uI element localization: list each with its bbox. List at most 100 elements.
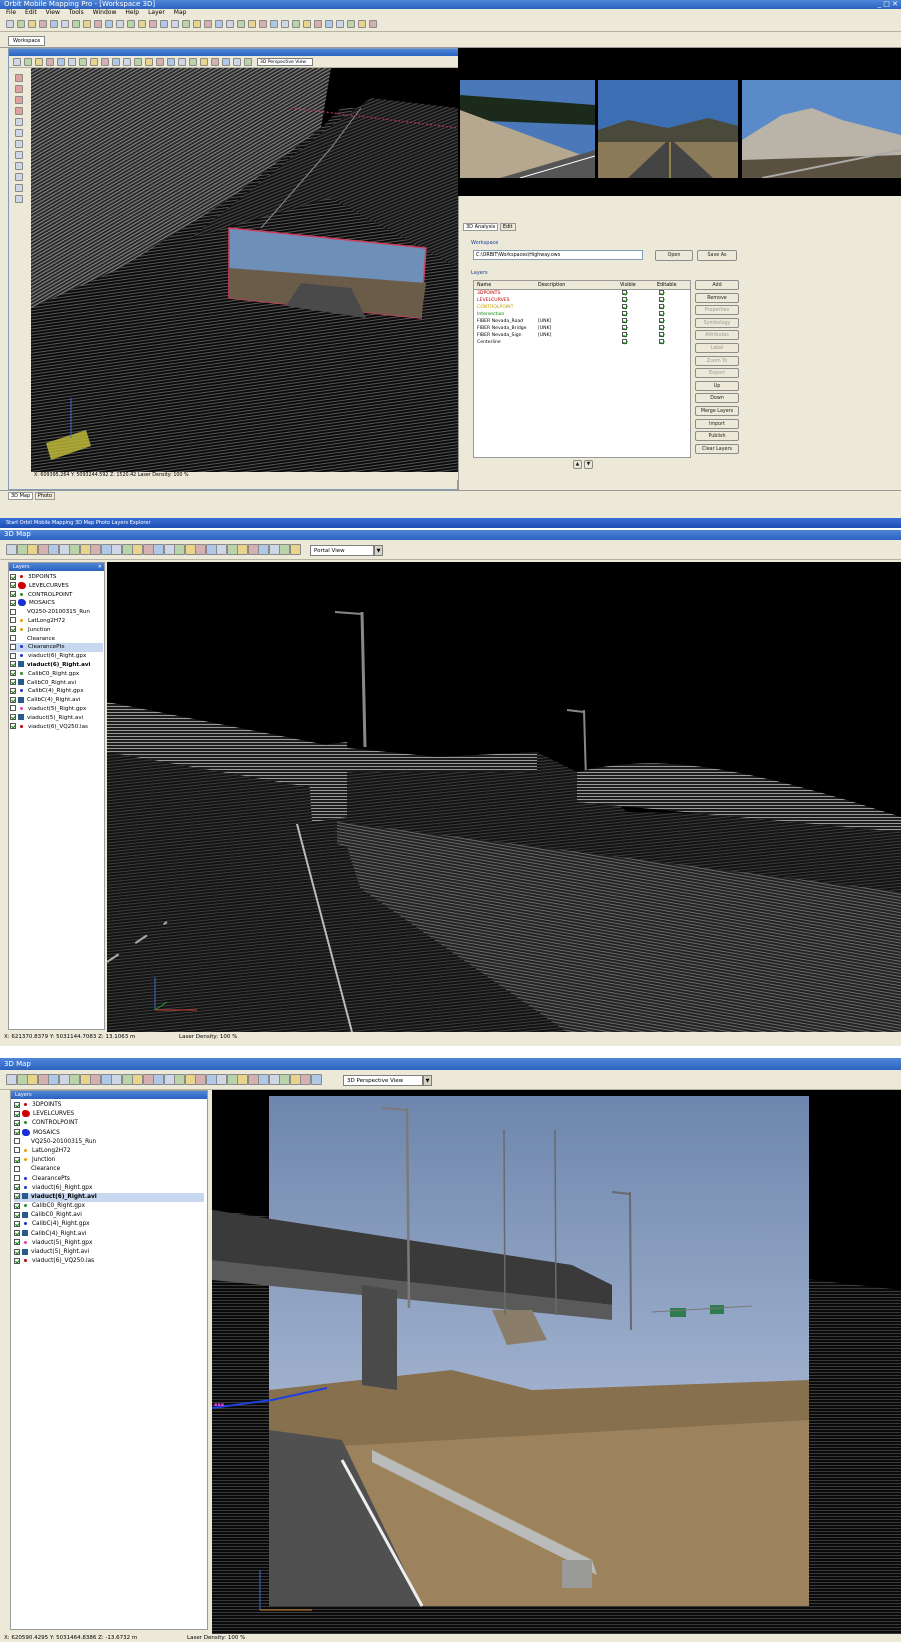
layer-item[interactable]: viaduct(6)_VQ250.las [14,1257,204,1266]
zoom-in-icon[interactable] [247,1074,259,1085]
side-tool-icon[interactable] [15,129,23,137]
visible-checkbox[interactable] [659,339,664,344]
table-row[interactable]: FIBER Nevada_Bridge [UNK] [474,325,690,332]
layer-visibility-checkbox[interactable] [10,635,16,642]
measure-icon[interactable] [314,20,322,28]
layer-visibility-checkbox[interactable] [14,1119,20,1126]
side-tool-icon[interactable] [15,85,23,93]
zoom-in-icon[interactable] [39,20,47,28]
zoom-extent-icon[interactable] [69,544,80,555]
visible-checkbox[interactable] [622,339,627,344]
window-controls[interactable]: _ □ ✕ [878,0,898,8]
layer-item[interactable]: CONTROLPOINT [14,1119,204,1128]
side-tool-icon[interactable] [15,184,23,192]
column-header[interactable]: Name [477,281,491,290]
delete-icon[interactable] [121,1074,133,1085]
print-icon[interactable] [211,58,219,66]
save-icon[interactable] [27,544,38,555]
side-tool-icon[interactable] [15,74,23,82]
layer-item[interactable]: VQ250-20100315_Run [10,608,103,617]
zoom-extent-icon[interactable] [69,1074,80,1085]
table-row[interactable]: CONTROLPOINT [474,304,690,311]
layer-visibility-checkbox[interactable] [14,1257,20,1264]
menu-item-window[interactable]: Window [93,9,117,16]
measure-icon[interactable] [101,58,109,66]
area-icon[interactable] [369,20,377,28]
button-clear-layers[interactable]: Clear Layers [695,443,739,454]
layer-item[interactable]: MOSAICS [10,599,103,608]
photo-panel-right[interactable] [742,80,901,178]
visible-checkbox[interactable] [659,318,664,323]
layer-item[interactable]: viaduct(6)_VQ250.las [10,723,103,732]
layer-icon[interactable] [111,544,122,555]
app2-view-select[interactable]: Portal View [310,545,374,556]
menu-item-file[interactable]: File [6,9,16,16]
layer-visibility-checkbox[interactable] [10,591,16,598]
layer-visibility-checkbox[interactable] [14,1156,20,1163]
open-icon[interactable] [16,1074,28,1085]
print-icon[interactable] [195,1074,206,1085]
layer-item[interactable]: Junction [14,1156,204,1165]
layer-item[interactable]: CalibC0_Right.gpx [10,670,103,679]
taskbar-text[interactable]: Start Orbit Mobile Mapping 3D Map Photo … [6,520,151,526]
layer-visibility-checkbox[interactable] [14,1138,20,1145]
open-icon[interactable] [16,544,28,555]
layer-item[interactable]: 3DPOINTS [14,1101,204,1110]
visible-checkbox[interactable] [659,311,664,316]
button-zoom-to[interactable]: Zoom To [695,355,739,366]
new-icon[interactable] [6,20,14,28]
open-icon[interactable] [17,20,25,28]
open-icon[interactable] [24,58,32,66]
side-tool-icon[interactable] [15,107,23,115]
new-icon[interactable] [216,1074,227,1085]
button-merge-layers[interactable]: Merge Layers [695,406,739,416]
settings-icon[interactable] [205,1074,217,1085]
settings-icon[interactable] [205,544,217,555]
layer-item[interactable]: ClearancePts [14,1175,204,1184]
layer-item[interactable]: viaduct(6)_Right.avi [14,1192,204,1203]
save-icon[interactable] [237,544,248,555]
layer-item[interactable]: CalibC(4)_Right.gpx [14,1220,204,1229]
layer-visibility-checkbox[interactable] [10,617,16,624]
zoom-extent-icon[interactable] [292,20,300,28]
layer-visibility-checkbox[interactable] [10,643,16,650]
save-as-workspace-button[interactable]: Save As [697,250,737,261]
move-down-button[interactable]: ▼ [584,460,593,469]
pan-icon[interactable] [61,20,69,28]
layer-visibility-checkbox[interactable] [14,1147,20,1154]
table-row[interactable]: FIBER Nevada_Sign [UNK] [474,332,690,339]
info-icon[interactable] [100,1074,112,1085]
navigate-icon[interactable] [174,544,185,555]
layer-item[interactable]: viaduct(6)_Right.gpx [10,652,103,661]
layer-visibility-checkbox[interactable] [14,1220,20,1227]
zoom-out-icon[interactable] [270,20,278,28]
menu-item-tools[interactable]: Tools [69,9,84,16]
layer-item[interactable]: viaduct(6)_Right.gpx [14,1184,204,1193]
layer-visibility-checkbox[interactable] [10,670,16,677]
zoom-in-icon[interactable] [37,1074,49,1085]
new-icon[interactable] [6,1074,17,1085]
cloud-icon[interactable] [171,20,179,28]
zoom-extent-icon[interactable] [279,544,290,555]
visible-checkbox[interactable] [659,290,664,295]
visible-checkbox[interactable] [622,332,627,337]
button-up[interactable]: Up [695,380,739,391]
export-icon[interactable] [200,58,208,66]
ruler-icon[interactable] [132,1074,143,1085]
zoom-out-icon[interactable] [258,544,269,555]
select-icon[interactable] [289,544,301,555]
button-label[interactable]: Label [695,343,739,353]
select-icon[interactable] [303,20,311,28]
layer-item[interactable]: Junction [10,626,103,635]
measure-icon[interactable] [300,1074,311,1085]
navigate-icon[interactable] [174,1074,185,1085]
layer-item[interactable]: viaduct(5)_Right.gpx [10,705,103,714]
layer-icon[interactable] [116,20,124,28]
zoom-out-icon[interactable] [258,1074,269,1085]
zoom-extent-icon[interactable] [72,20,80,28]
app3-view-select-chevron-icon[interactable]: ▼ [423,1075,432,1086]
layer-item[interactable]: viaduct(5)_Right.avi [14,1248,204,1257]
visible-checkbox[interactable] [622,297,627,302]
menu-item-map[interactable]: Map [174,9,187,16]
open-icon[interactable] [226,1074,238,1085]
